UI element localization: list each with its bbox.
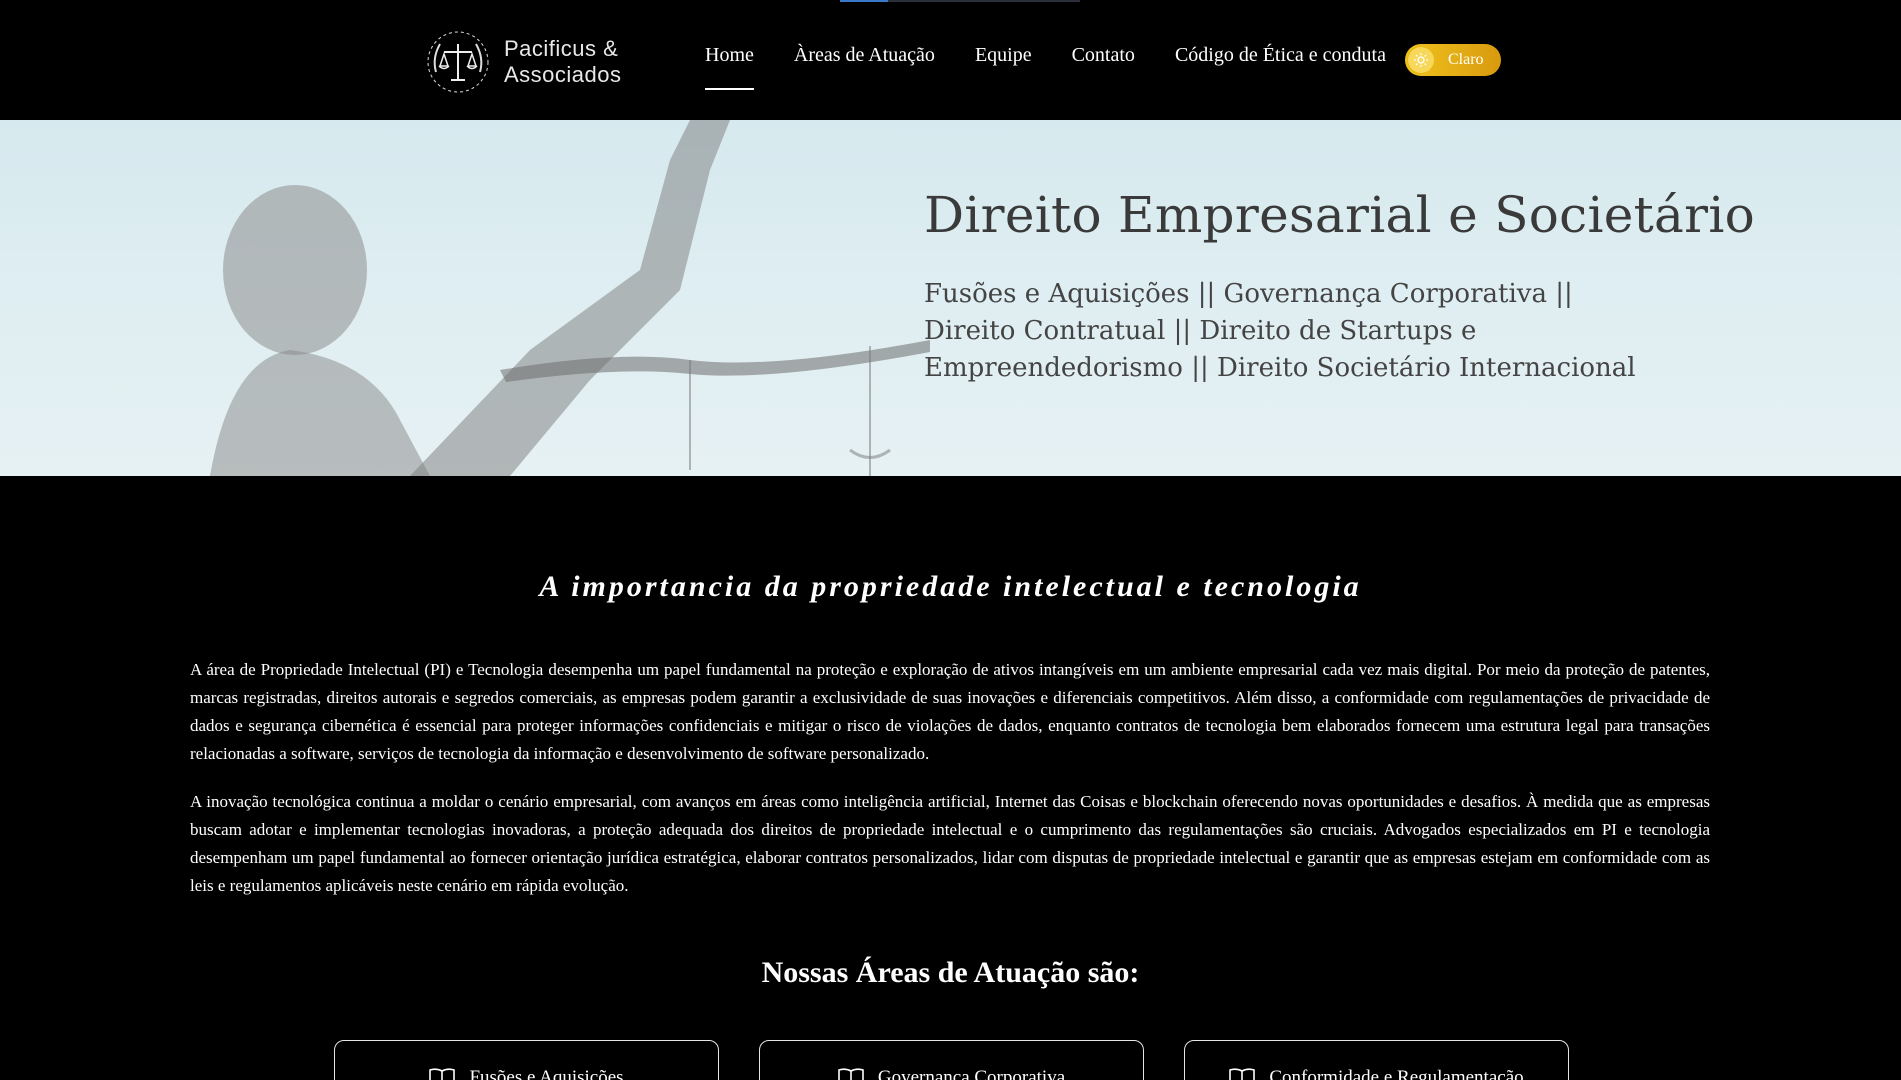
area-card-fusoes[interactable]: Fusões e Aquisições xyxy=(334,1040,719,1080)
area-cards: Fusões e Aquisições Governança Corporati… xyxy=(334,1040,1569,1080)
area-card-conformidade[interactable]: Conformidade e Regulamentação xyxy=(1184,1040,1569,1080)
nav-contato[interactable]: Contato xyxy=(1072,40,1135,90)
nav-home[interactable]: Home xyxy=(705,40,754,90)
logo[interactable]: Pacificus & Associados xyxy=(424,28,622,96)
area-card-label: Fusões e Aquisições xyxy=(469,1067,624,1080)
section-title: A importancia da propriedade intelectual… xyxy=(539,570,1362,603)
nav-equipe[interactable]: Equipe xyxy=(975,40,1032,90)
area-card-governanca[interactable]: Governança Corporativa xyxy=(759,1040,1144,1080)
lady-justice-statue-image xyxy=(210,120,930,476)
hero-title: Direito Empresarial e Societário xyxy=(924,186,1756,244)
nav-areas-de-atuacao[interactable]: Àreas de Atuação xyxy=(794,40,935,90)
paragraph-1: A área de Propriedade Intelectual (PI) e… xyxy=(190,660,1710,763)
hero-subtitle: Fusões e Aquisições || Governança Corpor… xyxy=(924,279,1636,383)
logo-wordmark: Pacificus & Associados xyxy=(504,36,622,88)
book-icon xyxy=(429,1068,456,1080)
book-icon xyxy=(1229,1068,1256,1080)
areas-heading: Nossas Áreas de Atuação são: xyxy=(761,956,1140,989)
site-header: Pacificus & Associados Home Àreas de Atu… xyxy=(0,0,1901,120)
logo-line-1: Pacificus & xyxy=(504,36,619,61)
theme-toggle[interactable]: Claro xyxy=(1405,44,1501,76)
theme-toggle-label: Claro xyxy=(1448,51,1484,68)
main-nav: Home Àreas de Atuação Equipe Contato Cód… xyxy=(705,40,1426,110)
nav-codigo-de-etica[interactable]: Código de Ética e conduta xyxy=(1175,40,1386,90)
area-card-label: Conformidade e Regulamentação xyxy=(1269,1067,1524,1080)
logo-line-2: Associados xyxy=(504,62,622,87)
scales-laurel-icon xyxy=(427,31,489,93)
sun-icon xyxy=(1408,47,1434,73)
paragraph-2: A inovação tecnológica continua a moldar… xyxy=(190,792,1710,895)
book-icon xyxy=(838,1068,864,1080)
area-card-label: Governança Corporativa xyxy=(877,1067,1066,1080)
top-progress-accent xyxy=(840,0,1080,2)
hero-banner: Direito Empresarial e Societário Fusões … xyxy=(0,120,1901,476)
